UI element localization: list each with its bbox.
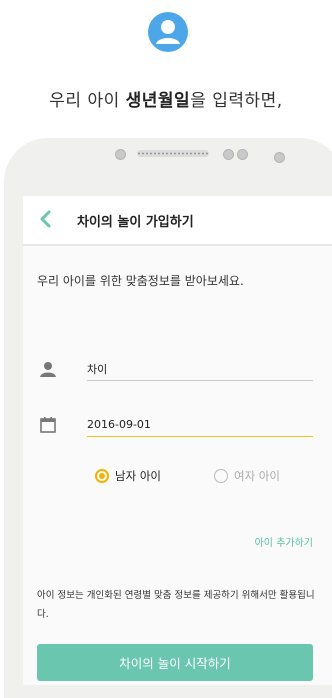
gender-radio-boy[interactable]: 남자 아이 [95,468,161,484]
radio-unselected-icon [214,469,228,483]
headline-suffix: 을 입력하면, [190,91,283,111]
gender-label-girl: 여자 아이 [234,469,280,483]
headline-prefix: 우리 아이 [49,91,126,111]
calendar-icon [39,416,57,434]
app-bar: 차이의 놀이 가입하기 [23,196,332,246]
gender-label-boy: 남자 아이 [115,469,161,483]
person-icon [39,360,57,378]
privacy-notice: 아이 정보는 개인화된 연령별 맞춤 정보를 제공하기 위해서만 활용됩니다. [37,590,315,620]
gender-radio-girl[interactable]: 여자 아이 [214,468,280,484]
sensor-dot [274,152,285,163]
birth-date-field[interactable] [87,418,313,437]
camera-dot [115,149,126,160]
user-avatar-icon [148,12,188,52]
page-title: 차이의 놀이 가입하기 [77,215,194,230]
sensor-dot [237,149,248,160]
phone-screen: 차이의 놀이 가입하기 우리 아이를 위한 맞춤정보를 받아보세요. 남자 아이 [23,196,332,685]
headline: 우리 아이 생년월일을 입력하면, [0,86,332,111]
intro-text: 우리 아이를 위한 맞춤정보를 받아보세요. [37,274,244,288]
add-child-link[interactable]: 아이 추가하기 [255,534,313,549]
phone-speaker [137,150,209,157]
signup-form: 우리 아이를 위한 맞춤정보를 받아보세요. 남자 아이 [23,246,332,685]
start-button[interactable]: 차이의 놀이 시작하기 [37,644,313,681]
back-chevron-icon[interactable] [35,208,57,230]
sensor-dot [223,149,234,160]
headline-highlight: 생년월일 [125,91,191,111]
child-name-field[interactable] [87,362,313,381]
radio-selected-icon [95,469,109,483]
